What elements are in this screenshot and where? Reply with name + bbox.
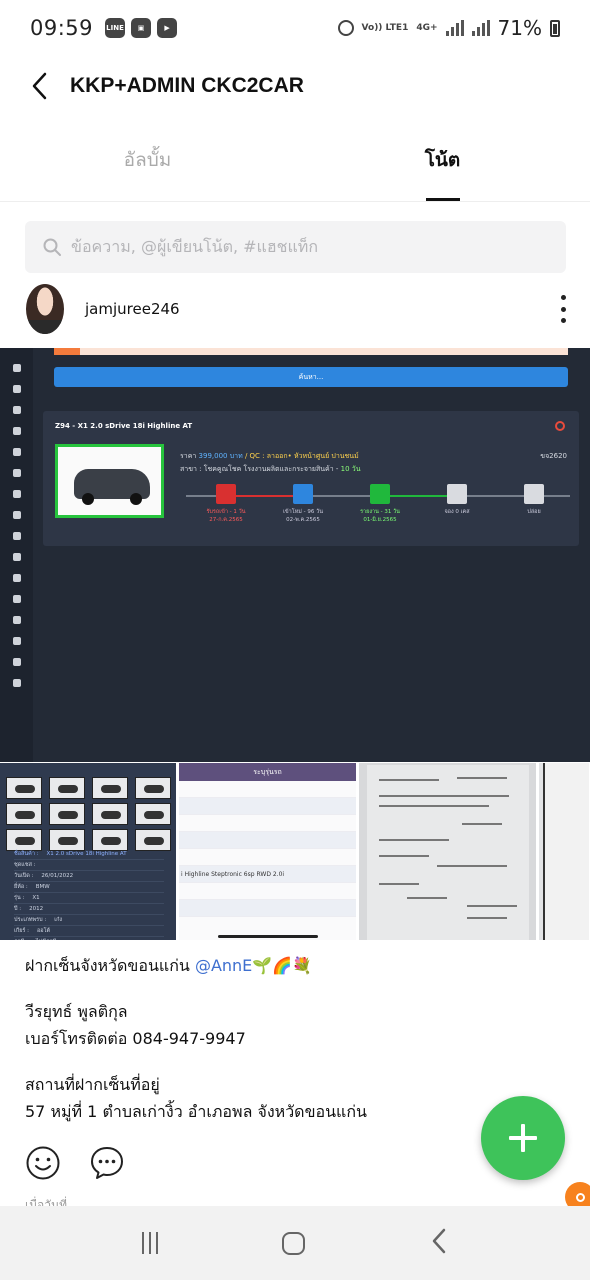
- notification-icons: LINE ▣ ▶: [105, 18, 178, 38]
- gallery-thumb-3[interactable]: [359, 763, 536, 940]
- more-options-icon[interactable]: [558, 295, 568, 323]
- signal-icon: [445, 20, 464, 36]
- g2-header: ระบุรุ่นรถ: [179, 763, 356, 781]
- image-gallery[interactable]: ชื่อสินค้า : X1 2.0 sDrive 18i Highline A…: [0, 763, 590, 940]
- status-step-label: ปล่อย: [527, 509, 541, 515]
- post-body: ฝากเซ็นจังหวัดขอนแก่น @AnnE🌱🌈💐 วีรยุทธ์ …: [25, 952, 485, 1125]
- signal-icon-2: [471, 20, 490, 36]
- image-branch-line: สาขา : โชคคูณโชค โรงงานผลิตและกระจายสินค…: [180, 465, 361, 473]
- car-thumbnail: [55, 444, 164, 518]
- gallery-thumb-2[interactable]: ระบุรุ่นรถ i Highline Steptronic 6sp RWD…: [179, 763, 356, 940]
- media-icon: ▶: [157, 18, 178, 38]
- author-name[interactable]: jamjuree246: [85, 300, 180, 318]
- post-image[interactable]: ค้นหา... Z94 - X1 2.0 sDrive 18i Highlin…: [0, 348, 590, 762]
- smile-icon[interactable]: [25, 1145, 61, 1181]
- network-indicator: Vo)) LTE1: [361, 22, 409, 33]
- status-step-label: รายงาน - 31 วัน 01-มิ.ย.2565: [360, 509, 400, 523]
- g1-form-row: เกียร์ : ออโต้: [14, 926, 164, 937]
- tab-album[interactable]: อัลบั้ม: [0, 118, 295, 201]
- tab-notes[interactable]: โน้ต: [295, 118, 590, 201]
- comment-icon[interactable]: [89, 1145, 125, 1181]
- image-search-button: ค้นหา...: [54, 367, 568, 387]
- image-price-line: ราคา 399,000 บาท / QC : ลาออก• หัวหน้าศู…: [180, 452, 359, 460]
- gallery-thumb-4[interactable]: [539, 763, 589, 940]
- image-status-steps: รับรถเข้า - 1 วัน 27-ก.ค.2565 เข้าโหม่ - 9…: [186, 484, 570, 524]
- g1-form-row: ยี่ห้อ : BMW: [14, 882, 164, 893]
- g1-form-row: ชื่อสินค้า : X1 2.0 sDrive 18i Highline A…: [14, 849, 164, 860]
- image-car-code: ขจ2620: [540, 452, 567, 460]
- search-placeholder: ข้อความ, @ผู้เขียนโน้ต, #แฮชแท็ก: [71, 236, 319, 256]
- system-nav-bar: [0, 1206, 590, 1280]
- network-gen-indicator: 4G+: [416, 22, 438, 33]
- g1-form-row: รุ่น : X1: [14, 893, 164, 904]
- recent-apps-icon[interactable]: [142, 1232, 159, 1254]
- status-step-icon: [447, 484, 467, 504]
- post-line-3: เบอร์โทรติดต่อ 084-947-9947: [25, 1029, 246, 1048]
- post-line-1: ฝากเซ็นจังหวัดขอนแก่น @AnnE🌱🌈💐: [25, 956, 313, 975]
- reaction-row: [25, 1145, 125, 1181]
- create-note-button[interactable]: [481, 1096, 565, 1180]
- home-icon[interactable]: [282, 1231, 306, 1255]
- gear-icon: [555, 421, 565, 431]
- g1-form-row: ชุดแชส :: [14, 860, 164, 871]
- status-line-segment: [226, 495, 303, 497]
- g1-form-row: ภาษี :ไม่มีภาษี: [14, 937, 164, 940]
- battery-percent: 71%: [497, 16, 542, 40]
- mention-link[interactable]: @AnnE: [195, 956, 252, 975]
- line-app-icon: LINE: [105, 18, 126, 38]
- post-author-row: jamjuree246: [0, 278, 590, 340]
- status-step-label: จอง 0 เคส: [444, 509, 470, 515]
- chevron-left-icon[interactable]: [10, 56, 70, 116]
- post-line-4: สถานที่ฝากเซ็นที่อยู่: [25, 1075, 160, 1094]
- post-line-5: 57 หมู่ที่ 1 ตำบลเก่างิ้ว อำเภอพล จังหวั…: [25, 1102, 367, 1121]
- search-icon: [43, 238, 61, 256]
- image-car-card: Z94 - X1 2.0 sDrive 18i Highline AT ราคา…: [43, 411, 579, 546]
- g1-form-row: ประเภทพรบ : เก๋ง: [14, 915, 164, 926]
- status-step-label: รับรถเข้า - 1 วัน 27-ก.ค.2565: [206, 509, 246, 523]
- alarm-icon: [337, 20, 354, 36]
- g2-model-row: i Highline Steptronic 6sp RWD 2.0i: [179, 866, 356, 883]
- post-line-2: วีรยุทธ์ พูลติกุล: [25, 1002, 128, 1021]
- image-sidebar: [0, 348, 33, 762]
- status-line-segment: [380, 495, 457, 497]
- image-car-title: Z94 - X1 2.0 sDrive 18i Highline AT: [55, 422, 193, 430]
- page-title: KKP+ADMIN CKC2CAR: [70, 74, 304, 97]
- back-nav-icon[interactable]: [430, 1227, 448, 1259]
- plus-icon: [509, 1124, 537, 1152]
- gallery-scroll-indicator: [218, 935, 318, 938]
- battery-icon: [550, 19, 560, 37]
- app-bar: KKP+ADMIN CKC2CAR: [0, 56, 590, 116]
- image-progress-bar: [54, 348, 568, 355]
- g1-form-row: ปี :2012: [14, 904, 164, 915]
- status-step-icon: [524, 484, 544, 504]
- search-input[interactable]: ข้อความ, @ผู้เขียนโน้ต, #แฮชแท็ก: [25, 221, 566, 273]
- avatar[interactable]: [26, 284, 64, 334]
- gallery-icon: ▣: [131, 18, 152, 38]
- status-step-icon: [216, 484, 236, 504]
- status-bar: 09:59 LINE ▣ ▶ Vo)) LTE1 4G+ 71%: [0, 0, 590, 56]
- tab-bar: อัลบั้ม โน้ต: [0, 118, 590, 202]
- status-time: 09:59: [30, 16, 94, 40]
- status-step-icon: [293, 484, 313, 504]
- status-step-label: เข้าโหม่ - 96 วัน 02-พ.ค.2565: [282, 509, 323, 523]
- g1-form-row: วันเปิด :26/01/2022: [14, 871, 164, 882]
- gallery-thumb-1[interactable]: ชื่อสินค้า : X1 2.0 sDrive 18i Highline A…: [0, 763, 176, 940]
- status-step-icon: [370, 484, 390, 504]
